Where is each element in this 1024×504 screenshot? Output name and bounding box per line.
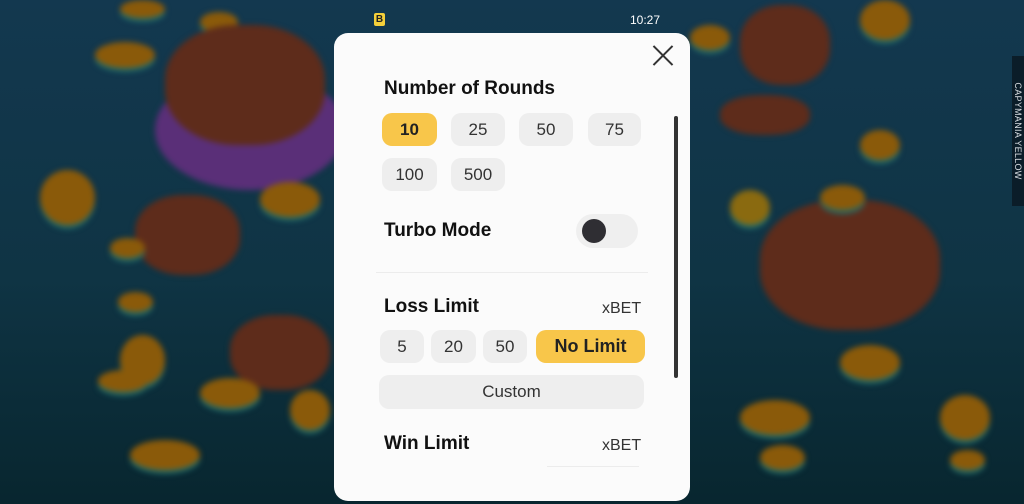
turbo-mode-toggle[interactable] xyxy=(576,214,638,248)
status-badge: B xyxy=(374,13,385,26)
loss-limit-option-no-limit[interactable]: No Limit xyxy=(536,330,645,363)
win-limit-divider xyxy=(547,466,639,467)
rounds-option-50[interactable]: 50 xyxy=(519,113,573,146)
win-limit-unit: xBET xyxy=(602,437,642,454)
rounds-option-75[interactable]: 75 xyxy=(588,113,641,146)
rounds-title: Number of Rounds xyxy=(384,78,555,99)
modal-scrollbar[interactable] xyxy=(674,116,678,378)
loss-limit-custom-button[interactable]: Custom xyxy=(379,375,644,409)
toggle-knob xyxy=(582,219,606,243)
side-tab[interactable]: CAPYMANIA YELLOW xyxy=(1012,56,1024,206)
section-divider xyxy=(376,272,648,273)
loss-limit-option-20[interactable]: 20 xyxy=(431,330,476,363)
rounds-option-100[interactable]: 100 xyxy=(382,158,437,191)
status-time: 10:27 xyxy=(630,13,661,27)
turbo-mode-title: Turbo Mode xyxy=(384,220,492,241)
side-tab-label: CAPYMANIA YELLOW xyxy=(1013,82,1023,180)
rounds-option-10[interactable]: 10 xyxy=(382,113,437,146)
rounds-option-500[interactable]: 500 xyxy=(451,158,505,191)
autoplay-settings-modal xyxy=(334,33,690,501)
win-limit-title: Win Limit xyxy=(384,433,470,454)
rounds-option-25[interactable]: 25 xyxy=(451,113,505,146)
close-icon[interactable] xyxy=(652,44,674,66)
loss-limit-option-5[interactable]: 5 xyxy=(380,330,424,363)
loss-limit-option-50[interactable]: 50 xyxy=(483,330,527,363)
loss-limit-title: Loss Limit xyxy=(384,296,480,317)
loss-limit-unit: xBET xyxy=(602,300,642,317)
